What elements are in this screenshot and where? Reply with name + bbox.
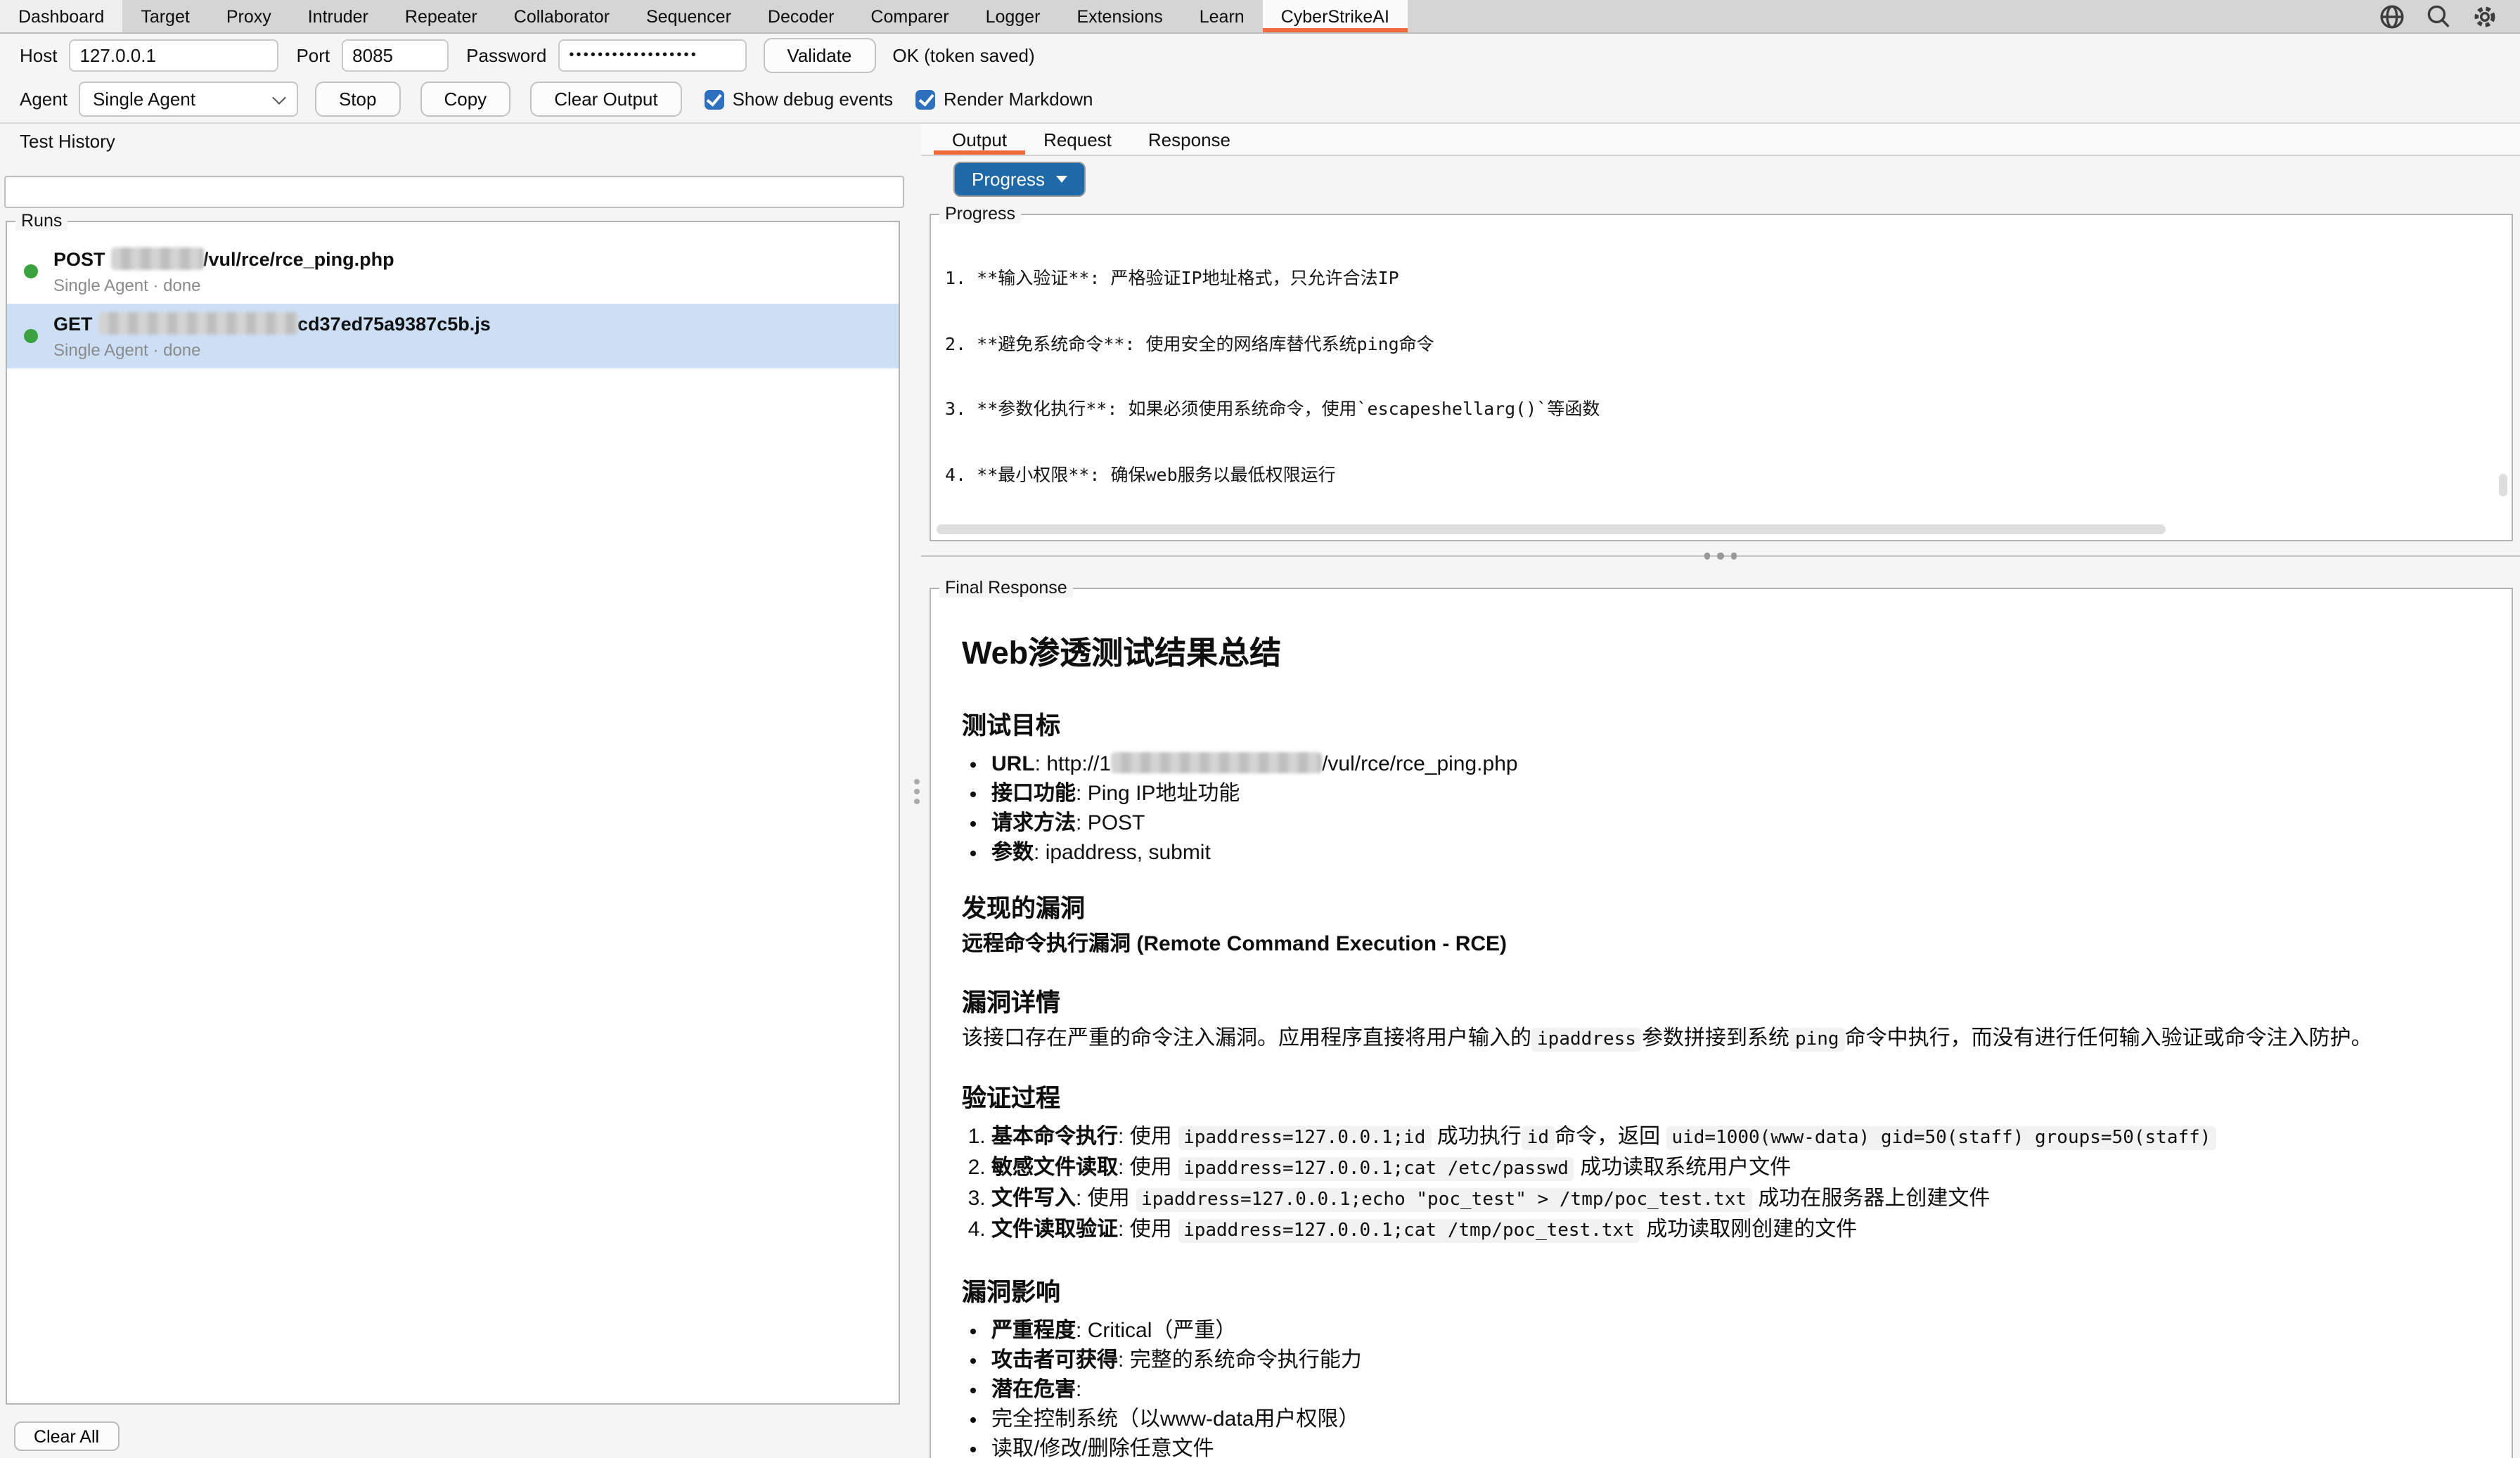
tab-target[interactable]: Target bbox=[122, 0, 208, 32]
progress-log[interactable]: 1. **输入验证**: 严格验证IP地址格式，只允许合法IP 2. **避免系… bbox=[945, 233, 2489, 520]
copy-button[interactable]: Copy bbox=[420, 82, 510, 117]
password-label: Password bbox=[466, 45, 546, 66]
password-input[interactable] bbox=[558, 39, 746, 72]
verify-step: 敏感文件读取: 使用 ipaddress=127.0.0.1;cat /etc/… bbox=[991, 1153, 2461, 1184]
progress-group: Progress 1. **输入验证**: 严格验证IP地址格式，只允许合法IP… bbox=[930, 204, 2513, 541]
gear-icon[interactable] bbox=[2472, 4, 2498, 29]
tab-sequencer[interactable]: Sequencer bbox=[628, 0, 750, 32]
globe-icon[interactable] bbox=[2379, 4, 2405, 29]
show-debug-checkbox[interactable] bbox=[705, 89, 724, 109]
tab-comparer[interactable]: Comparer bbox=[852, 0, 967, 32]
finding-name: 远程命令执行漏洞 (Remote Command Execution - RCE… bbox=[962, 929, 2461, 959]
clear-all-button[interactable]: Clear All bbox=[14, 1421, 119, 1451]
impact-item: 读取/修改/删除任意文件 bbox=[991, 1434, 2461, 1458]
impact-item: 潜在危害: bbox=[991, 1375, 2461, 1405]
run-title: GET cd37ed75a9387c5b.js bbox=[53, 312, 491, 336]
run-item-post[interactable]: POST /vul/rce/rce_ping.php Single Agent … bbox=[7, 239, 899, 304]
section-finding-title: 发现的漏洞 bbox=[962, 893, 2461, 924]
section-verify-title: 验证过程 bbox=[962, 1083, 2461, 1114]
host-input[interactable] bbox=[68, 39, 278, 72]
report-title: Web渗透测试结果总结 bbox=[962, 634, 2461, 673]
target-list: URL: http://1/vul/rce/rce_ping.php 接口功能:… bbox=[962, 749, 2461, 867]
tab-repeater[interactable]: Repeater bbox=[387, 0, 496, 32]
clear-output-button[interactable]: Clear Output bbox=[530, 82, 681, 117]
host-label: Host bbox=[20, 45, 57, 66]
output-tabbar: Output Request Response bbox=[921, 124, 2520, 156]
caret-down-icon bbox=[1056, 176, 1067, 183]
progress-group-label: Progress bbox=[939, 204, 1021, 224]
chevron-down-icon bbox=[272, 90, 286, 104]
verify-step: 文件写入: 使用 ipaddress=127.0.0.1;echo "poc_t… bbox=[991, 1184, 2461, 1215]
tab-response[interactable]: Response bbox=[1130, 124, 1249, 155]
tab-cyberstrikeai[interactable]: CyberStrikeAI bbox=[1263, 0, 1408, 32]
run-subtitle: Single Agent · done bbox=[53, 276, 394, 295]
impact-item: 完全控制系统（以www-data用户权限） bbox=[991, 1405, 2461, 1434]
tab-learn[interactable]: Learn bbox=[1181, 0, 1263, 32]
port-label: Port bbox=[296, 45, 330, 66]
final-response-content[interactable]: Web渗透测试结果总结 测试目标 URL: http://1/vul/rce/r… bbox=[962, 614, 2461, 1458]
tab-decoder[interactable]: Decoder bbox=[750, 0, 853, 32]
progress-log-text: 1. **输入验证**: 严格验证IP地址格式，只允许合法IP 2. **避免系… bbox=[945, 233, 2489, 520]
section-target-title: 测试目标 bbox=[962, 710, 2461, 741]
runs-list: POST /vul/rce/rce_ping.php Single Agent … bbox=[7, 231, 899, 368]
horizontal-scrollbar[interactable] bbox=[937, 524, 2166, 534]
window-icons bbox=[2379, 0, 2520, 32]
test-history-title: Test History bbox=[20, 131, 115, 152]
tab-intruder[interactable]: Intruder bbox=[290, 0, 387, 32]
search-icon[interactable] bbox=[2426, 4, 2451, 29]
target-method: 请求方法: POST bbox=[991, 808, 2461, 838]
test-history-panel: Test History Runs POST /vul/rce/rce_ping… bbox=[0, 124, 914, 1458]
impact-list: 严重程度: Critical（严重） 攻击者可获得: 完整的系统命令执行能力 潜… bbox=[962, 1316, 2461, 1458]
cyberstrikeai-window: Dashboard Target Proxy Intruder Repeater… bbox=[0, 0, 2520, 1458]
agent-toolbar: Agent Single Agent Stop Copy Clear Outpu… bbox=[0, 77, 2520, 121]
final-response-label: Final Response bbox=[939, 578, 1073, 598]
progress-dropdown-label: Progress bbox=[972, 169, 1045, 190]
panel-splitter[interactable] bbox=[913, 124, 921, 1458]
run-title: POST /vul/rce/rce_ping.php bbox=[53, 247, 394, 271]
tab-request[interactable]: Request bbox=[1025, 124, 1130, 155]
target-function: 接口功能: Ping IP地址功能 bbox=[991, 779, 2461, 808]
output-panel: Output Request Response Progress Progres… bbox=[921, 124, 2520, 1458]
agent-select-value: Single Agent bbox=[93, 89, 195, 110]
final-response-group: Final Response Web渗透测试结果总结 测试目标 URL: htt… bbox=[930, 578, 2513, 1458]
token-status-text: OK (token saved) bbox=[892, 45, 1034, 66]
show-debug-label: Show debug events bbox=[733, 89, 893, 110]
impact-item: 攻击者可获得: 完整的系统命令执行能力 bbox=[991, 1346, 2461, 1375]
section-impact-title: 漏洞影响 bbox=[962, 1277, 2461, 1308]
detail-paragraph: 该接口存在严重的命令注入漏洞。应用程序直接将用户输入的ipaddress参数拼接… bbox=[962, 1024, 2461, 1054]
runs-group: Runs POST /vul/rce/rce_ping.php Single A… bbox=[6, 211, 900, 1405]
render-markdown-checkbox[interactable] bbox=[915, 89, 935, 109]
main-tabbar: Dashboard Target Proxy Intruder Repeater… bbox=[0, 0, 2520, 34]
target-params: 参数: ipaddress, submit bbox=[991, 838, 2461, 867]
tab-logger[interactable]: Logger bbox=[968, 0, 1059, 32]
validate-button[interactable]: Validate bbox=[763, 38, 875, 73]
render-markdown-label: Render Markdown bbox=[944, 89, 1093, 110]
stop-button[interactable]: Stop bbox=[315, 82, 401, 117]
tab-proxy[interactable]: Proxy bbox=[208, 0, 290, 32]
status-dot-done bbox=[24, 264, 38, 278]
agent-select[interactable]: Single Agent bbox=[79, 82, 298, 117]
progress-dropdown-button[interactable]: Progress bbox=[953, 162, 1086, 197]
tab-extensions[interactable]: Extensions bbox=[1058, 0, 1181, 32]
run-item-get[interactable]: GET cd37ed75a9387c5b.js Single Agent · d… bbox=[7, 304, 899, 368]
tab-dashboard[interactable]: Dashboard bbox=[0, 0, 122, 32]
tab-collaborator[interactable]: Collaborator bbox=[496, 0, 628, 32]
verify-step: 基本命令执行: 使用 ipaddress=127.0.0.1;id 成功执行id… bbox=[991, 1122, 2461, 1153]
target-url: URL: http://1/vul/rce/rce_ping.php bbox=[991, 749, 2461, 779]
response-splitter[interactable] bbox=[921, 553, 2520, 558]
port-input[interactable] bbox=[341, 39, 448, 72]
history-search-input[interactable] bbox=[4, 176, 904, 208]
vertical-scrollbar[interactable] bbox=[2499, 474, 2507, 496]
verify-step: 文件读取验证: 使用 ipaddress=127.0.0.1;cat /tmp/… bbox=[991, 1215, 2461, 1246]
agent-label: Agent bbox=[20, 89, 68, 110]
verify-list: 基本命令执行: 使用 ipaddress=127.0.0.1;id 成功执行id… bbox=[962, 1122, 2461, 1246]
section-detail-title: 漏洞详情 bbox=[962, 987, 2461, 1018]
impact-item: 严重程度: Critical（严重） bbox=[991, 1316, 2461, 1346]
status-dot-done bbox=[24, 329, 38, 343]
run-subtitle: Single Agent · done bbox=[53, 340, 491, 360]
connection-toolbar: Host Port Password Validate OK (token sa… bbox=[0, 34, 2520, 77]
tab-output[interactable]: Output bbox=[934, 124, 1025, 155]
runs-group-label: Runs bbox=[15, 211, 68, 231]
